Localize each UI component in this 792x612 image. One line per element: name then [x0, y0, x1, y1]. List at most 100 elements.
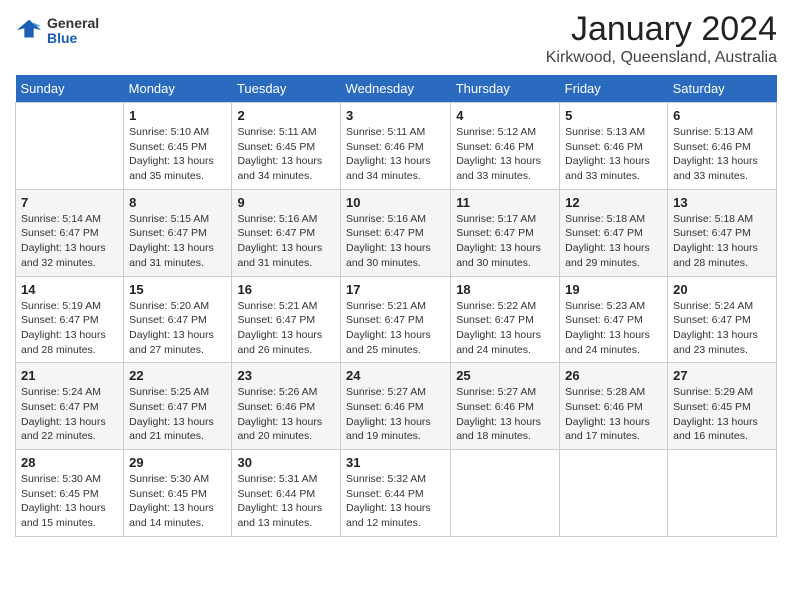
- weekday-header-saturday: Saturday: [668, 75, 777, 103]
- sunrise-text: Sunrise: 5:13 AM: [673, 126, 753, 138]
- sunset-text: Sunset: 6:47 PM: [673, 314, 751, 326]
- calendar-week-row: 28 Sunrise: 5:30 AM Sunset: 6:45 PM Dayl…: [16, 450, 777, 537]
- calendar-cell: 15 Sunrise: 5:20 AM Sunset: 6:47 PM Dayl…: [124, 276, 232, 363]
- logo-general: General: [47, 16, 99, 31]
- sunset-text: Sunset: 6:47 PM: [565, 314, 643, 326]
- day-number: 18: [456, 282, 554, 297]
- daylight-text: Daylight: 13 hours and 31 minutes.: [237, 242, 322, 269]
- calendar-cell: 23 Sunrise: 5:26 AM Sunset: 6:46 PM Dayl…: [232, 363, 341, 450]
- calendar-week-row: 14 Sunrise: 5:19 AM Sunset: 6:47 PM Dayl…: [16, 276, 777, 363]
- sunrise-text: Sunrise: 5:11 AM: [237, 126, 316, 138]
- daylight-text: Daylight: 13 hours and 24 minutes.: [456, 329, 541, 356]
- sunrise-text: Sunrise: 5:25 AM: [129, 386, 209, 398]
- daylight-text: Daylight: 13 hours and 13 minutes.: [237, 502, 322, 529]
- sunset-text: Sunset: 6:46 PM: [565, 141, 643, 153]
- day-info: Sunrise: 5:13 AM Sunset: 6:46 PM Dayligh…: [673, 125, 771, 184]
- sunset-text: Sunset: 6:47 PM: [565, 227, 643, 239]
- daylight-text: Daylight: 13 hours and 17 minutes.: [565, 416, 650, 443]
- calendar-cell: 1 Sunrise: 5:10 AM Sunset: 6:45 PM Dayli…: [124, 103, 232, 190]
- daylight-text: Daylight: 13 hours and 15 minutes.: [21, 502, 106, 529]
- sunset-text: Sunset: 6:47 PM: [129, 227, 207, 239]
- day-info: Sunrise: 5:25 AM Sunset: 6:47 PM Dayligh…: [129, 385, 226, 444]
- daylight-text: Daylight: 13 hours and 33 minutes.: [565, 155, 650, 182]
- sunrise-text: Sunrise: 5:27 AM: [346, 386, 426, 398]
- sunrise-text: Sunrise: 5:16 AM: [346, 213, 426, 225]
- day-info: Sunrise: 5:32 AM Sunset: 6:44 PM Dayligh…: [346, 472, 445, 531]
- sunset-text: Sunset: 6:44 PM: [237, 488, 315, 500]
- day-info: Sunrise: 5:27 AM Sunset: 6:46 PM Dayligh…: [456, 385, 554, 444]
- sunrise-text: Sunrise: 5:31 AM: [237, 473, 317, 485]
- sunrise-text: Sunrise: 5:15 AM: [129, 213, 209, 225]
- day-number: 25: [456, 368, 554, 383]
- calendar-cell: 10 Sunrise: 5:16 AM Sunset: 6:47 PM Dayl…: [341, 189, 451, 276]
- calendar-cell: 13 Sunrise: 5:18 AM Sunset: 6:47 PM Dayl…: [668, 189, 777, 276]
- daylight-text: Daylight: 13 hours and 27 minutes.: [129, 329, 214, 356]
- sunset-text: Sunset: 6:46 PM: [456, 401, 534, 413]
- day-number: 12: [565, 195, 662, 210]
- day-info: Sunrise: 5:24 AM Sunset: 6:47 PM Dayligh…: [673, 299, 771, 358]
- daylight-text: Daylight: 13 hours and 16 minutes.: [673, 416, 758, 443]
- daylight-text: Daylight: 13 hours and 31 minutes.: [129, 242, 214, 269]
- daylight-text: Daylight: 13 hours and 22 minutes.: [21, 416, 106, 443]
- sunrise-text: Sunrise: 5:26 AM: [237, 386, 317, 398]
- weekday-header-wednesday: Wednesday: [341, 75, 451, 103]
- daylight-text: Daylight: 13 hours and 33 minutes.: [673, 155, 758, 182]
- weekday-header-sunday: Sunday: [16, 75, 124, 103]
- daylight-text: Daylight: 13 hours and 14 minutes.: [129, 502, 214, 529]
- sunrise-text: Sunrise: 5:24 AM: [21, 386, 101, 398]
- day-info: Sunrise: 5:10 AM Sunset: 6:45 PM Dayligh…: [129, 125, 226, 184]
- month-title: January 2024: [546, 10, 777, 49]
- day-number: 6: [673, 108, 771, 123]
- sunset-text: Sunset: 6:47 PM: [237, 227, 315, 239]
- calendar-cell: 9 Sunrise: 5:16 AM Sunset: 6:47 PM Dayli…: [232, 189, 341, 276]
- day-info: Sunrise: 5:18 AM Sunset: 6:47 PM Dayligh…: [673, 212, 771, 271]
- sunset-text: Sunset: 6:45 PM: [129, 488, 207, 500]
- day-number: 11: [456, 195, 554, 210]
- calendar-week-row: 21 Sunrise: 5:24 AM Sunset: 6:47 PM Dayl…: [16, 363, 777, 450]
- sunset-text: Sunset: 6:47 PM: [237, 314, 315, 326]
- calendar-cell: 20 Sunrise: 5:24 AM Sunset: 6:47 PM Dayl…: [668, 276, 777, 363]
- calendar-cell: 22 Sunrise: 5:25 AM Sunset: 6:47 PM Dayl…: [124, 363, 232, 450]
- logo-bird-icon: [15, 17, 43, 45]
- day-number: 19: [565, 282, 662, 297]
- calendar-cell: 4 Sunrise: 5:12 AM Sunset: 6:46 PM Dayli…: [451, 103, 560, 190]
- weekday-header-friday: Friday: [560, 75, 668, 103]
- daylight-text: Daylight: 13 hours and 12 minutes.: [346, 502, 431, 529]
- sunset-text: Sunset: 6:47 PM: [21, 401, 99, 413]
- day-number: 13: [673, 195, 771, 210]
- weekday-header-tuesday: Tuesday: [232, 75, 341, 103]
- calendar-cell: 11 Sunrise: 5:17 AM Sunset: 6:47 PM Dayl…: [451, 189, 560, 276]
- location: Kirkwood, Queensland, Australia: [546, 49, 777, 67]
- daylight-text: Daylight: 13 hours and 34 minutes.: [346, 155, 431, 182]
- day-number: 21: [21, 368, 118, 383]
- sunset-text: Sunset: 6:47 PM: [129, 314, 207, 326]
- sunrise-text: Sunrise: 5:14 AM: [21, 213, 101, 225]
- daylight-text: Daylight: 13 hours and 18 minutes.: [456, 416, 541, 443]
- day-info: Sunrise: 5:20 AM Sunset: 6:47 PM Dayligh…: [129, 299, 226, 358]
- day-number: 5: [565, 108, 662, 123]
- day-number: 8: [129, 195, 226, 210]
- day-info: Sunrise: 5:16 AM Sunset: 6:47 PM Dayligh…: [346, 212, 445, 271]
- daylight-text: Daylight: 13 hours and 26 minutes.: [237, 329, 322, 356]
- calendar-cell: 7 Sunrise: 5:14 AM Sunset: 6:47 PM Dayli…: [16, 189, 124, 276]
- calendar-cell: 28 Sunrise: 5:30 AM Sunset: 6:45 PM Dayl…: [16, 450, 124, 537]
- daylight-text: Daylight: 13 hours and 32 minutes.: [21, 242, 106, 269]
- calendar-table: SundayMondayTuesdayWednesdayThursdayFrid…: [15, 75, 777, 537]
- sunset-text: Sunset: 6:47 PM: [21, 314, 99, 326]
- sunset-text: Sunset: 6:46 PM: [456, 141, 534, 153]
- sunrise-text: Sunrise: 5:18 AM: [673, 213, 753, 225]
- calendar-cell: 25 Sunrise: 5:27 AM Sunset: 6:46 PM Dayl…: [451, 363, 560, 450]
- day-number: 20: [673, 282, 771, 297]
- sunrise-text: Sunrise: 5:29 AM: [673, 386, 753, 398]
- day-info: Sunrise: 5:30 AM Sunset: 6:45 PM Dayligh…: [21, 472, 118, 531]
- day-number: 4: [456, 108, 554, 123]
- sunrise-text: Sunrise: 5:21 AM: [237, 300, 317, 312]
- calendar-cell: 27 Sunrise: 5:29 AM Sunset: 6:45 PM Dayl…: [668, 363, 777, 450]
- calendar-cell: 16 Sunrise: 5:21 AM Sunset: 6:47 PM Dayl…: [232, 276, 341, 363]
- sunset-text: Sunset: 6:47 PM: [21, 227, 99, 239]
- daylight-text: Daylight: 13 hours and 28 minutes.: [673, 242, 758, 269]
- sunrise-text: Sunrise: 5:30 AM: [21, 473, 101, 485]
- logo-blue: Blue: [47, 31, 99, 46]
- header: General Blue January 2024 Kirkwood, Quee…: [15, 10, 777, 67]
- sunset-text: Sunset: 6:45 PM: [129, 141, 207, 153]
